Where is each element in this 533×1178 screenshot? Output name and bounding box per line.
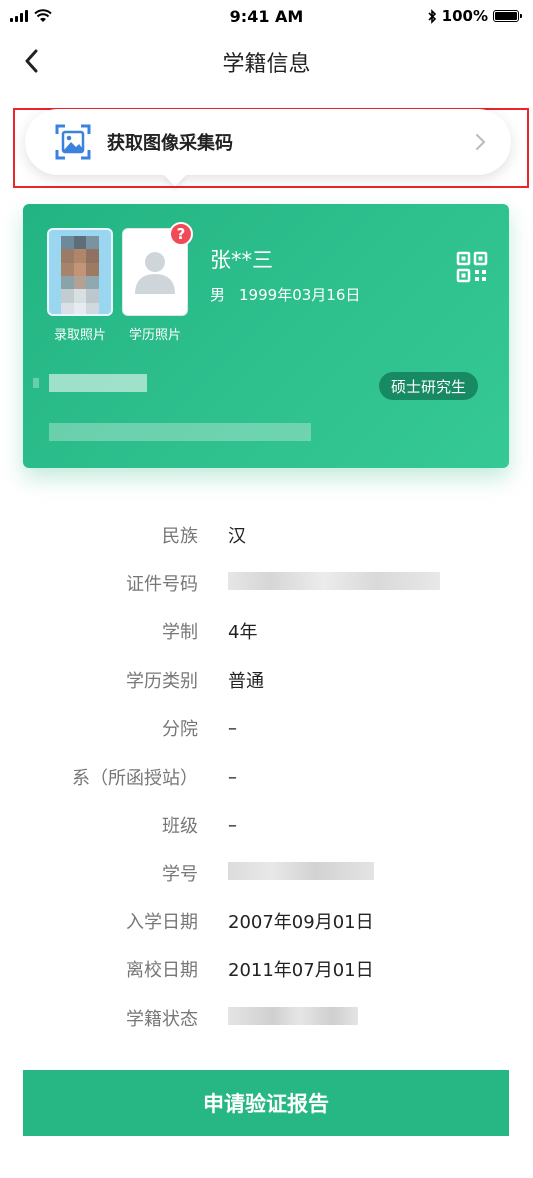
redacted-mark: [33, 378, 39, 388]
info-value: –: [228, 766, 237, 788]
redacted-school-name: [49, 374, 147, 392]
page-title: 学籍信息: [222, 52, 311, 77]
education-photo-caption: 学历照片: [128, 328, 181, 343]
info-row-leave-date: 离校日期 2011年07月01日: [0, 954, 533, 984]
info-row-class: 班级 –: [0, 810, 533, 840]
info-label: 班级: [162, 816, 198, 837]
info-row-id-number: 证件号码: [0, 568, 533, 598]
info-row-enrollment-status: 学籍状态: [0, 1003, 533, 1033]
info-value: 2007年09月01日: [228, 912, 374, 933]
degree-badge: 硕士研究生: [379, 372, 479, 400]
info-label: 离校日期: [126, 960, 198, 981]
info-label: 学籍状态: [126, 1009, 198, 1030]
info-value: 普通: [228, 671, 264, 692]
info-row-ethnicity: 民族 汉: [0, 520, 533, 550]
info-value: 4年: [228, 622, 258, 643]
apply-report-button[interactable]: 申请验证报告: [23, 1070, 509, 1136]
info-row-department: 系（所函授站） –: [0, 762, 533, 792]
collect-code-banner[interactable]: 获取图像采集码: [25, 109, 511, 175]
info-value: 汉: [228, 526, 246, 547]
avatar-placeholder-icon: [135, 252, 175, 294]
info-value: –: [228, 717, 237, 739]
status-bar: 9:41 AM 100%: [0, 0, 533, 32]
redacted-student-id: [228, 861, 374, 885]
info-row-education-type: 学历类别 普通: [0, 665, 533, 695]
qr-code-icon[interactable]: [455, 250, 489, 284]
collect-code-label: 获取图像采集码: [107, 133, 233, 154]
student-birth-date: 1999年03月16日: [239, 286, 361, 304]
pixelated-face: [61, 236, 99, 314]
wifi-icon: [34, 9, 52, 22]
info-row-branch: 分院 –: [0, 713, 533, 743]
info-row-duration: 学制 4年: [0, 616, 533, 646]
student-subinfo: 男 1999年03月16日: [210, 284, 360, 305]
info-label: 分院: [162, 719, 198, 740]
cellular-signal-icon: [10, 10, 28, 22]
info-label: 学制: [162, 622, 198, 643]
chevron-left-icon: [25, 49, 38, 73]
info-label: 证件号码: [126, 574, 198, 595]
bluetooth-icon: [428, 8, 436, 24]
redacted-id-number: [228, 571, 440, 595]
chevron-right-icon: [476, 134, 486, 150]
student-gender: 男: [210, 286, 226, 304]
battery-percent: 100%: [441, 7, 488, 25]
redacted-enrollment-status: [228, 1006, 358, 1030]
info-value: 2011年07月01日: [228, 960, 374, 981]
admission-photo[interactable]: [47, 228, 113, 316]
info-label: 民族: [162, 526, 198, 547]
info-row-student-id: 学号: [0, 858, 533, 888]
image-scan-icon: [55, 124, 91, 160]
info-label: 学历类别: [126, 671, 198, 692]
missing-photo-badge: ?: [169, 222, 193, 246]
student-name: 张**三: [210, 248, 273, 272]
back-button[interactable]: [14, 44, 48, 78]
admission-photo-caption: 录取照片: [53, 328, 106, 343]
info-value: –: [228, 814, 237, 836]
student-card: ? 录取照片 学历照片 张**三 男 1999年03月16日 硕士研究生: [23, 204, 509, 468]
nav-bar: 学籍信息: [0, 32, 533, 90]
status-right: 100%: [427, 7, 522, 25]
info-label: 学号: [162, 864, 198, 885]
info-label: 入学日期: [126, 912, 198, 933]
battery-icon: [493, 10, 522, 22]
status-left: [10, 9, 52, 23]
info-label: 系（所函授站）: [72, 768, 198, 789]
redacted-major: [49, 423, 311, 441]
info-row-enrollment-date: 入学日期 2007年09月01日: [0, 906, 533, 936]
